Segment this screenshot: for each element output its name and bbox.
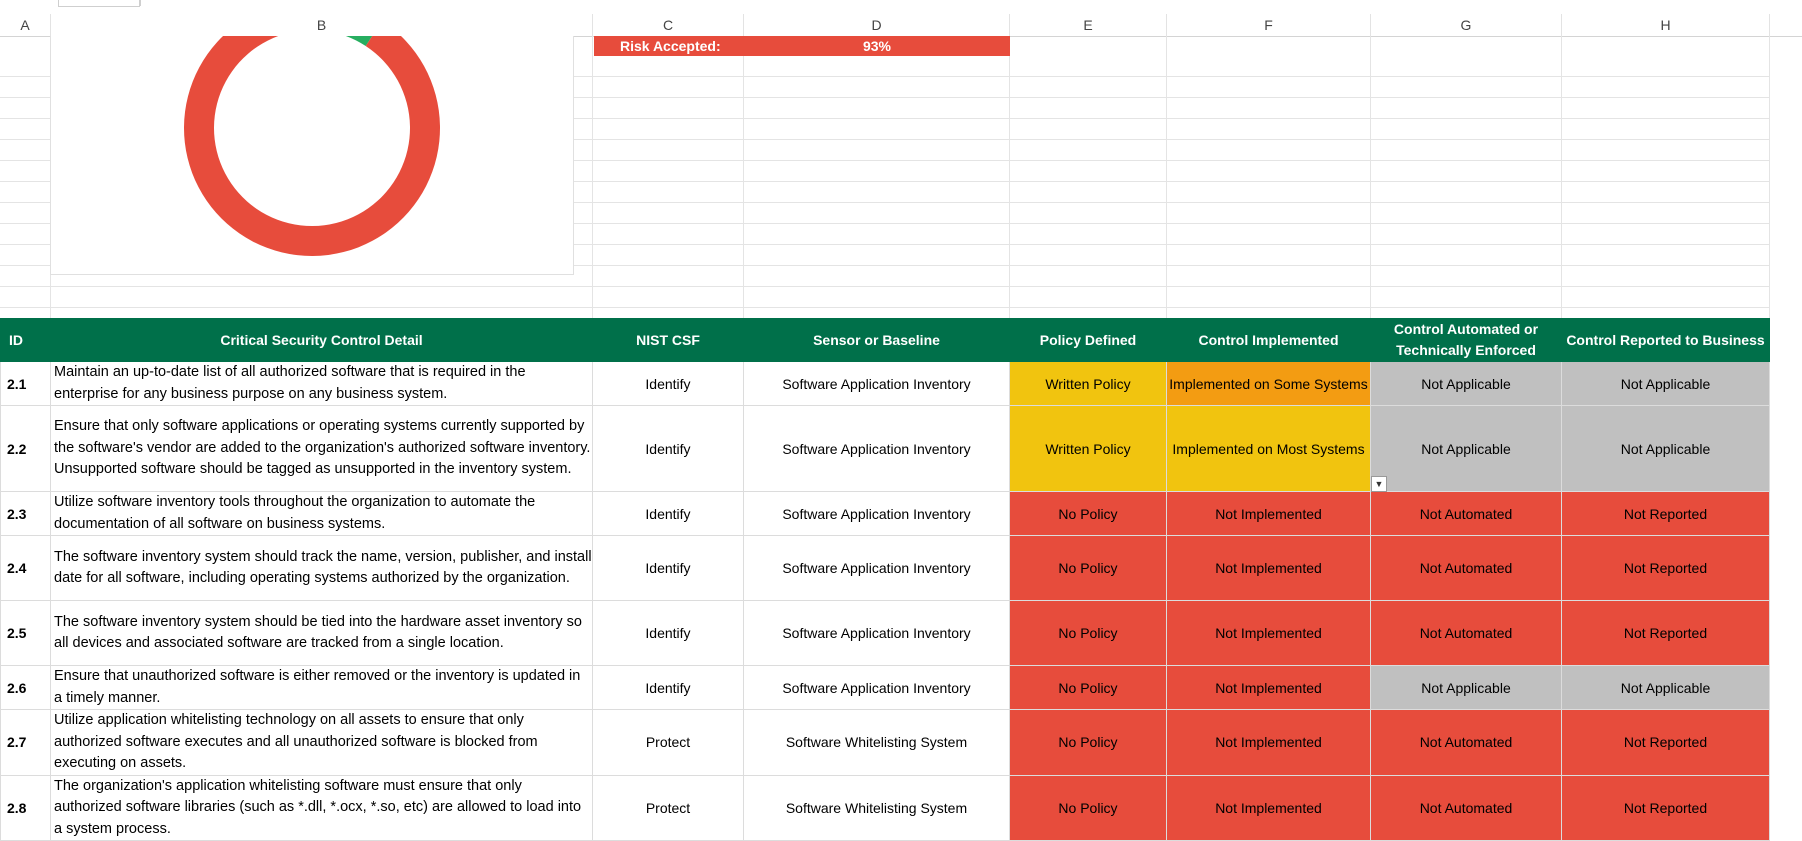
column-header-h[interactable]: H: [1562, 14, 1770, 36]
row-reported[interactable]: Not Reported: [1561, 600, 1770, 666]
row-reported[interactable]: Not Applicable: [1561, 405, 1770, 492]
row-automated[interactable]: Not Automated: [1370, 709, 1562, 776]
column-header-a[interactable]: A: [0, 14, 51, 36]
row-implemented[interactable]: Not Implemented: [1166, 600, 1371, 666]
column-header-f[interactable]: F: [1167, 14, 1371, 36]
row-reported[interactable]: Not Applicable: [1561, 665, 1770, 710]
row-sensor[interactable]: Software Application Inventory: [743, 665, 1010, 710]
row-policy[interactable]: No Policy: [1009, 665, 1167, 710]
row-automated[interactable]: Not Applicable: [1370, 361, 1562, 406]
donut-slice-risk-accepted[interactable]: [184, 0, 440, 256]
row-policy[interactable]: No Policy: [1009, 600, 1167, 666]
row-id[interactable]: 2.3: [0, 491, 51, 536]
table-row: 2.3 Utilize software inventory tools thr…: [0, 491, 1770, 536]
table-row: 2.6 Ensure that unauthorized software is…: [0, 665, 1770, 710]
row-nist[interactable]: Identify: [592, 535, 744, 601]
row-automated[interactable]: Not Automated: [1370, 491, 1562, 536]
row-detail[interactable]: The organization's application whitelist…: [50, 774, 593, 841]
row-detail[interactable]: The software inventory system should tra…: [50, 535, 593, 601]
row-automated[interactable]: Not Automated: [1370, 774, 1562, 841]
row-id[interactable]: 2.5: [0, 600, 51, 666]
table-row: 2.5 The software inventory system should…: [0, 600, 1770, 666]
row-nist[interactable]: Identify: [592, 665, 744, 710]
table-row: 2.2 Ensure that only software applicatio…: [0, 405, 1770, 492]
dropdown-arrow-button[interactable]: ▼: [1371, 476, 1387, 492]
header-automated[interactable]: Control Automated or Technically Enforce…: [1370, 318, 1562, 362]
row-id[interactable]: 2.1: [0, 361, 51, 406]
row-nist[interactable]: Protect: [592, 709, 744, 776]
table-row: 2.7 Utilize application whitelisting tec…: [0, 709, 1770, 776]
header-reported[interactable]: Control Reported to Business: [1561, 318, 1770, 362]
row-id[interactable]: 2.6: [0, 665, 51, 710]
row-sensor[interactable]: Software Application Inventory: [743, 491, 1010, 536]
controls-table: ID Critical Security Control Detail NIST…: [0, 318, 1770, 841]
formula-input[interactable]: [140, 0, 1801, 6]
row-automated[interactable]: Not Automated: [1370, 600, 1562, 666]
row-reported[interactable]: Not Reported: [1561, 774, 1770, 841]
formula-bar: [0, 0, 1802, 15]
row-detail[interactable]: Maintain an up-to-date list of all autho…: [50, 361, 593, 406]
row-id[interactable]: 2.8: [0, 774, 51, 841]
row-implemented[interactable]: Not Implemented: [1166, 491, 1371, 536]
row-nist[interactable]: Identify: [592, 405, 744, 492]
row-nist[interactable]: Protect: [592, 774, 744, 841]
row-reported[interactable]: Not Reported: [1561, 535, 1770, 601]
row-nist[interactable]: Identify: [592, 491, 744, 536]
row-policy[interactable]: No Policy: [1009, 774, 1167, 841]
row-policy[interactable]: Written Policy: [1009, 405, 1167, 492]
row-id[interactable]: 2.4: [0, 535, 51, 601]
name-box[interactable]: [58, 0, 140, 7]
column-header-d[interactable]: D: [744, 14, 1010, 36]
row-policy[interactable]: No Policy: [1009, 535, 1167, 601]
table-row: 2.8 The organization's application white…: [0, 774, 1770, 841]
row-detail[interactable]: Ensure that unauthorized software is eit…: [50, 665, 593, 710]
header-id[interactable]: ID: [0, 318, 51, 362]
column-header-g[interactable]: G: [1371, 14, 1562, 36]
row-implemented[interactable]: Not Implemented: [1166, 774, 1371, 841]
row-sensor[interactable]: Software Application Inventory: [743, 600, 1010, 666]
row-id[interactable]: 2.7: [0, 709, 51, 776]
header-implemented[interactable]: Control Implemented: [1166, 318, 1371, 362]
row-detail[interactable]: Ensure that only software applications o…: [50, 405, 593, 492]
donut-chart[interactable]: [50, 0, 574, 275]
row-sensor[interactable]: Software Whitelisting System: [743, 774, 1010, 841]
row-implemented[interactable]: Implemented on Most Systems: [1166, 405, 1371, 492]
row-implemented[interactable]: Not Implemented: [1166, 535, 1371, 601]
row-policy[interactable]: No Policy: [1009, 491, 1167, 536]
row-sensor[interactable]: Software Application Inventory: [743, 405, 1010, 492]
column-header-c[interactable]: C: [593, 14, 744, 36]
header-nist[interactable]: NIST CSF: [592, 318, 744, 362]
row-policy[interactable]: No Policy: [1009, 709, 1167, 776]
row-id[interactable]: 2.2: [0, 405, 51, 492]
row-automated[interactable]: Not Applicable: [1370, 405, 1562, 492]
row-detail[interactable]: The software inventory system should be …: [50, 600, 593, 666]
table-header-row: ID Critical Security Control Detail NIST…: [0, 318, 1770, 362]
table-row: 2.1 Maintain an up-to-date list of all a…: [0, 361, 1770, 406]
header-detail[interactable]: Critical Security Control Detail: [50, 318, 593, 362]
row-nist[interactable]: Identify: [592, 361, 744, 406]
risk-accepted-value: 93%: [744, 36, 1010, 56]
row-implemented[interactable]: Not Implemented: [1166, 665, 1371, 710]
column-header-e[interactable]: E: [1010, 14, 1167, 36]
row-reported[interactable]: Not Applicable: [1561, 361, 1770, 406]
row-detail[interactable]: Utilize software inventory tools through…: [50, 491, 593, 536]
row-reported[interactable]: Not Reported: [1561, 709, 1770, 776]
row-nist[interactable]: Identify: [592, 600, 744, 666]
row-sensor[interactable]: Software Application Inventory: [743, 535, 1010, 601]
header-sensor[interactable]: Sensor or Baseline: [743, 318, 1010, 362]
row-automated[interactable]: Not Applicable: [1370, 665, 1562, 710]
row-automated[interactable]: Not Automated: [1370, 535, 1562, 601]
header-policy[interactable]: Policy Defined: [1009, 318, 1167, 362]
column-header-bar: A B C D E F G H: [0, 14, 1802, 37]
row-policy[interactable]: Written Policy: [1009, 361, 1167, 406]
row-sensor[interactable]: Software Application Inventory: [743, 361, 1010, 406]
row-implemented[interactable]: Not Implemented: [1166, 709, 1371, 776]
donut-chart-svg: [184, 0, 440, 256]
column-header-b[interactable]: B: [51, 14, 593, 36]
row-sensor[interactable]: Software Whitelisting System: [743, 709, 1010, 776]
row-reported[interactable]: Not Reported: [1561, 491, 1770, 536]
row-implemented[interactable]: Implemented on Some Systems: [1166, 361, 1371, 406]
table-row: 2.4 The software inventory system should…: [0, 535, 1770, 601]
row-detail[interactable]: Utilize application whitelisting technol…: [50, 709, 593, 776]
